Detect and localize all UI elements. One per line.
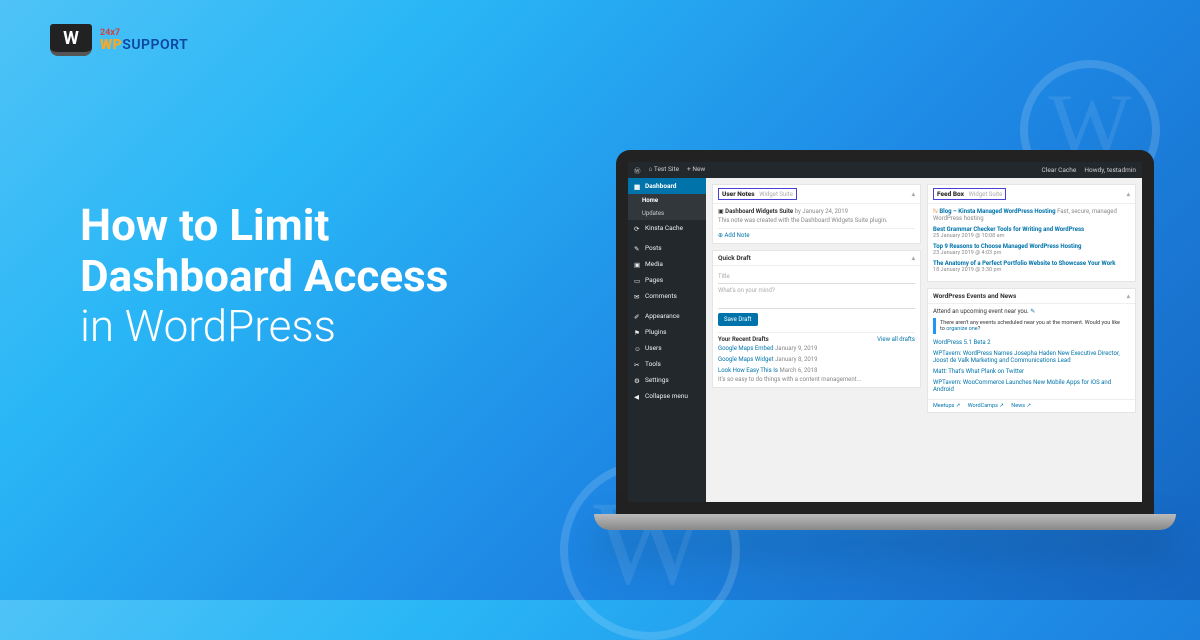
site-name-link[interactable]: ⌂ Test Site: [649, 165, 680, 175]
sidebar-item-plugins[interactable]: ⚑Plugins: [628, 324, 706, 340]
laptop-mockup: Ⓦ ⌂ Test Site + New Clear Cache Howdy, t…: [616, 150, 1154, 530]
wp-logo-icon[interactable]: Ⓦ: [634, 165, 641, 175]
wordcamps-link[interactable]: WordCamps ↗: [968, 403, 1004, 409]
laptop-base: [594, 514, 1176, 530]
toggle-icon[interactable]: [1127, 190, 1130, 198]
sidebar-item-dashboard[interactable]: ▦Dashboard: [628, 178, 706, 194]
organize-event-link[interactable]: organize one: [946, 326, 977, 332]
pin-icon: ✎: [634, 245, 641, 252]
sidebar-item-tools[interactable]: ✂Tools: [628, 356, 706, 372]
draft-excerpt: It's so easy to do things with a content…: [718, 376, 915, 383]
title-line-3: in WordPress: [80, 301, 448, 352]
news-link[interactable]: News ↗: [1011, 403, 1031, 409]
no-events-message: There aren't any events scheduled near y…: [933, 318, 1130, 334]
feed-item[interactable]: The Anatomy of a Perfect Portfolio Websi…: [933, 260, 1130, 273]
meetups-link[interactable]: Meetups ↗: [933, 403, 960, 409]
draft-item[interactable]: Google Maps Embed January 9, 2019: [718, 343, 915, 354]
page-icon: ▭: [634, 277, 641, 284]
quick-draft-widget: Quick Draft Title What's on your mind? S…: [712, 250, 921, 388]
collapse-icon: ◀: [634, 393, 641, 400]
sidebar-item-appearance[interactable]: ✐Appearance: [628, 308, 706, 324]
plugin-icon: ⚑: [634, 329, 641, 336]
brand-logo-mark: W: [50, 24, 92, 56]
sidebar-item-posts[interactable]: ✎Posts: [628, 240, 706, 256]
recent-drafts-heading: Your Recent Drafts: [718, 336, 769, 343]
sidebar-item-pages[interactable]: ▭Pages: [628, 272, 706, 288]
cache-icon: ⟳: [634, 225, 641, 232]
media-icon: ▣: [634, 261, 641, 268]
feed-item[interactable]: ℕ Blog – Kinsta Managed WordPress Hostin…: [933, 208, 1130, 222]
toggle-icon[interactable]: [1127, 292, 1130, 300]
toggle-icon[interactable]: [912, 254, 915, 262]
brush-icon: ✐: [634, 313, 641, 320]
draft-title-input[interactable]: Title: [718, 270, 915, 284]
events-attend-text: Attend an upcoming event near you.: [933, 308, 1029, 315]
howdy-user-link[interactable]: Howdy, testadmin: [1084, 166, 1136, 174]
title-line-2: Dashboard Access: [80, 251, 448, 302]
feed-box-widget: Feed Box Widget Suite ℕ Blog – Kinsta Ma…: [927, 184, 1136, 282]
news-item[interactable]: WPTavern: WordPress Names Josepha Haden …: [933, 348, 1130, 366]
sidebar-sub-home[interactable]: Home: [628, 194, 706, 207]
sidebar-item-kinsta-cache[interactable]: ⟳Kinsta Cache: [628, 220, 706, 236]
user-icon: ☺: [634, 345, 641, 352]
draft-item[interactable]: Google Maps Widget January 8, 2019: [718, 354, 915, 365]
note-text: This note was created with the Dashboard…: [718, 217, 915, 224]
wp-admin-sidebar: ▦Dashboard Home Updates ⟳Kinsta Cache ✎P…: [628, 178, 706, 502]
title-line-1: How to Limit: [80, 200, 448, 251]
sidebar-item-users[interactable]: ☺Users: [628, 340, 706, 356]
toggle-icon[interactable]: [912, 190, 915, 198]
news-item[interactable]: Matt: That's What Plank on Twitter: [933, 366, 1130, 377]
sidebar-item-comments[interactable]: ✉Comments: [628, 288, 706, 304]
sidebar-sub-updates[interactable]: Updates: [628, 207, 706, 220]
gear-icon: ⚙: [634, 377, 641, 384]
brand-name: WPSUPPORT: [100, 38, 188, 52]
note-icon: ▣: [718, 208, 724, 215]
sidebar-item-settings[interactable]: ⚙Settings: [628, 372, 706, 388]
feed-item[interactable]: Best Grammar Checker Tools for Writing a…: [933, 226, 1130, 239]
dashboard-icon: ▦: [634, 183, 641, 190]
save-draft-button[interactable]: Save Draft: [718, 313, 758, 326]
draft-item[interactable]: Look How Easy This Is March 6, 2018: [718, 365, 915, 376]
comment-icon: ✉: [634, 293, 641, 300]
clear-cache-link[interactable]: Clear Cache: [1042, 166, 1077, 174]
add-note-link[interactable]: ⊕ Add Note: [718, 232, 750, 239]
wp-events-news-widget: WordPress Events and News Attend an upco…: [927, 288, 1136, 413]
wordpress-dashboard-screenshot: Ⓦ ⌂ Test Site + New Clear Cache Howdy, t…: [628, 162, 1142, 502]
wp-admin-bar[interactable]: Ⓦ ⌂ Test Site + New Clear Cache Howdy, t…: [628, 162, 1142, 178]
sidebar-collapse-button[interactable]: ◀Collapse menu: [628, 388, 706, 404]
draft-content-input[interactable]: What's on your mind?: [718, 284, 915, 309]
page-title: How to Limit Dashboard Access in WordPre…: [80, 200, 448, 352]
edit-location-icon[interactable]: ✎: [1030, 308, 1035, 315]
brand-logo: W 24x7 WPSUPPORT: [50, 24, 188, 56]
news-item[interactable]: WPTavern: WooCommerce Launches New Mobil…: [933, 377, 1130, 395]
user-notes-widget: User Notes Widget Suite ▣ Dashboard Widg…: [712, 184, 921, 244]
news-item[interactable]: WordPress 5.1 Beta 2: [933, 337, 1130, 348]
wrench-icon: ✂: [634, 361, 641, 368]
feed-item[interactable]: Top 9 Reasons to Choose Managed WordPres…: [933, 243, 1130, 256]
view-all-drafts-link[interactable]: View all drafts: [877, 336, 915, 343]
new-content-button[interactable]: + New: [687, 165, 705, 175]
sidebar-item-media[interactable]: ▣Media: [628, 256, 706, 272]
